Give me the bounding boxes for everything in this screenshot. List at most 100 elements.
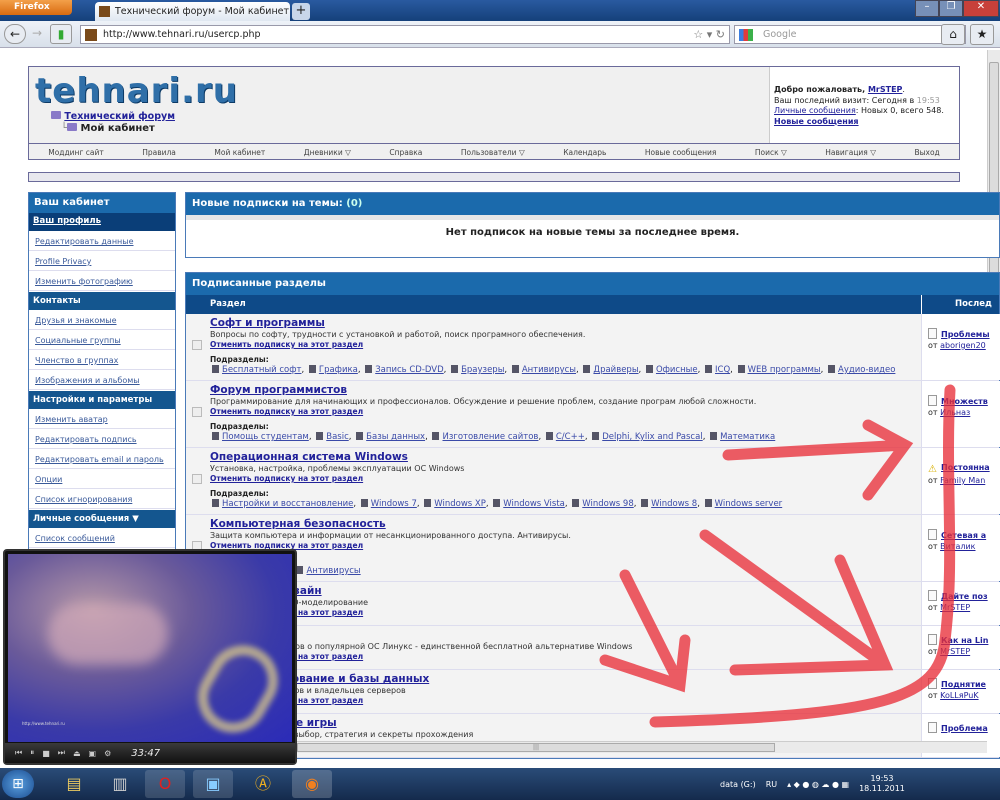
- sidebar-link[interactable]: Редактировать подпись: [35, 435, 137, 444]
- language-indicator[interactable]: RU: [766, 780, 777, 789]
- forum-title-link[interactable]: Операционная система Windows: [210, 451, 408, 463]
- subforum-link[interactable]: Windows Vista: [503, 499, 565, 509]
- subforum-link[interactable]: Бесплатный софт: [222, 365, 301, 375]
- sidebar-item[interactable]: Социальные группы: [29, 330, 175, 350]
- new-tab-button[interactable]: +: [292, 3, 310, 20]
- sidebar-item[interactable]: Редактировать подпись: [29, 429, 175, 449]
- search-box[interactable]: Google⚲: [734, 25, 966, 44]
- subforum-link[interactable]: C/C++: [556, 432, 585, 442]
- new-posts-link[interactable]: Новые сообщения: [774, 117, 859, 126]
- forward-button[interactable]: →: [26, 24, 48, 44]
- last-post-link[interactable]: Постоянна: [941, 463, 990, 472]
- topnav-item[interactable]: Выход: [914, 148, 939, 157]
- subforum-link[interactable]: ICQ: [715, 365, 730, 375]
- sidebar-link[interactable]: Profile Privacy: [35, 257, 91, 266]
- sidebar-item[interactable]: Изменить фотографию: [29, 271, 175, 291]
- topnav-item[interactable]: Поиск ▽: [755, 148, 787, 157]
- subforum-link[interactable]: Windows 98: [582, 499, 633, 509]
- sidebar-item[interactable]: Опции: [29, 469, 175, 489]
- back-button[interactable]: ←: [4, 24, 26, 44]
- sidebar-link[interactable]: Редактировать email и пароль: [35, 455, 164, 464]
- subforum-link[interactable]: Windows XP: [434, 499, 486, 509]
- drive-label[interactable]: data (G:): [720, 780, 756, 789]
- unsubscribe-link[interactable]: Отменить подписку на этот раздел: [210, 340, 363, 349]
- breadcrumb-root-link[interactable]: Технический форум: [64, 111, 175, 122]
- video-frame[interactable]: http://www.tehnari.ru: [8, 554, 292, 742]
- stop-icon[interactable]: ■: [42, 749, 50, 758]
- forum-title-link[interactable]: Софт и программы: [210, 317, 325, 329]
- video-player-window[interactable]: http://www.tehnari.ru ⏮ ⏸ ■ ⏭ ⏏ ▣ ⚙ 33:47: [3, 549, 297, 765]
- start-button[interactable]: ⊞: [2, 770, 34, 798]
- subforum-link[interactable]: Windows 7: [371, 499, 417, 509]
- sidebar-item[interactable]: Друзья и знакомые: [29, 310, 175, 330]
- sidebar-item[interactable]: Членство в группах: [29, 350, 175, 370]
- last-post-user-link[interactable]: Виталик: [940, 542, 975, 551]
- forum-title-link[interactable]: Компьютерная безопасность: [210, 518, 386, 530]
- subforum-link[interactable]: Помощь студентам: [222, 432, 309, 442]
- sidebar-link[interactable]: Изображения и альбомы: [35, 376, 140, 385]
- sidebar-link[interactable]: Членство в группах: [35, 356, 118, 365]
- select-checkbox[interactable]: [192, 340, 202, 350]
- column-last-post[interactable]: Послед: [921, 295, 1000, 314]
- subforum-link[interactable]: Графика: [319, 365, 358, 375]
- last-post-link[interactable]: Как на Lin: [941, 636, 988, 645]
- sidebar-link[interactable]: Социальные группы: [35, 336, 121, 345]
- sidebar-item[interactable]: Ваш профиль: [29, 213, 175, 231]
- unsubscribe-link[interactable]: Отменить подписку на этот раздел: [210, 474, 363, 483]
- home-button[interactable]: ⌂: [941, 24, 965, 45]
- topnav-item[interactable]: Моддинг сайт: [48, 148, 104, 157]
- monitor-icon[interactable]: ▣: [193, 770, 233, 798]
- minimize-button[interactable]: –: [915, 0, 939, 17]
- tray-icons[interactable]: ▴ ◆ ● ◍ ☁ ● ▦: [787, 780, 849, 789]
- sidebar-link[interactable]: Ваш профиль: [33, 216, 101, 226]
- subforum-link[interactable]: Антивирусы: [522, 365, 576, 375]
- sidebar-item[interactable]: Изображения и альбомы: [29, 370, 175, 390]
- subforum-link[interactable]: Драйверы: [593, 365, 638, 375]
- last-post-user-link[interactable]: Ильназ: [940, 408, 970, 417]
- site-logo[interactable]: tehnari.ru: [35, 71, 238, 111]
- subforum-link[interactable]: Delphi, Kylix and Pascal: [602, 432, 702, 442]
- sidebar-link[interactable]: Опции: [35, 475, 62, 484]
- horizontal-scrollbar[interactable]: |||: [297, 741, 987, 753]
- last-post-user-link[interactable]: MrSTEP: [940, 647, 970, 656]
- last-post-link[interactable]: Дайте поз: [941, 592, 988, 601]
- sidebar-item[interactable]: Редактировать данные: [29, 231, 175, 251]
- clock[interactable]: 19:53 18.11.2011: [859, 774, 905, 794]
- address-bar[interactable]: http://www.tehnari.ru/usercp.php ☆ ▾ ↻: [80, 25, 730, 44]
- close-window-button[interactable]: ✕: [963, 0, 999, 17]
- last-post-user-link[interactable]: aborigen20: [940, 341, 986, 350]
- subforum-link[interactable]: Антивирусы: [306, 566, 360, 576]
- private-messages-link[interactable]: Личные сообщения: [774, 106, 856, 115]
- last-post-user-link[interactable]: MrSTEP: [940, 603, 970, 612]
- topnav-item[interactable]: Дневники ▽: [304, 148, 351, 157]
- sidebar-link[interactable]: Редактировать данные: [35, 237, 134, 246]
- sidebar-link[interactable]: Друзья и знакомые: [35, 316, 117, 325]
- subforum-link[interactable]: Basic: [326, 432, 349, 442]
- topnav-item[interactable]: Мой кабинет: [214, 148, 265, 157]
- eject-icon[interactable]: ⏏: [73, 749, 81, 758]
- subforum-link[interactable]: Запись CD-DVD: [375, 365, 443, 375]
- select-checkbox[interactable]: [192, 474, 202, 484]
- sidebar-link[interactable]: Изменить аватар: [35, 415, 108, 424]
- pause-icon[interactable]: ⏸: [30, 748, 34, 758]
- aimp-icon[interactable]: Ⓐ: [243, 770, 283, 798]
- topnav-item[interactable]: Справка: [389, 148, 422, 157]
- star-reload-icon[interactable]: ☆ ▾ ↻: [693, 28, 725, 41]
- forum-title-link[interactable]: Форум программистов: [210, 384, 347, 396]
- subforum-link[interactable]: Настройки и восстановление: [222, 499, 353, 509]
- sidebar-item[interactable]: Profile Privacy: [29, 251, 175, 271]
- browser-tab[interactable]: Технический форум - Мой кабинет: [95, 2, 290, 21]
- subforum-link[interactable]: Базы данных: [366, 432, 425, 442]
- sidebar-item[interactable]: Список сообщений: [29, 528, 175, 548]
- sidebar-link[interactable]: Изменить фотографию: [35, 277, 133, 286]
- subforum-link[interactable]: Офисные: [656, 365, 698, 375]
- unsubscribe-link[interactable]: Отменить подписку на этот раздел: [210, 407, 363, 416]
- device-icon[interactable]: ▥: [100, 770, 140, 798]
- sidebar-item[interactable]: Список игнорирования: [29, 489, 175, 509]
- scrollbar-thumb[interactable]: |||: [297, 743, 775, 752]
- subforum-link[interactable]: Windows server: [715, 499, 783, 509]
- subforum-link[interactable]: Windows 8: [651, 499, 697, 509]
- firefox-menu-button[interactable]: Firefox: [0, 0, 72, 15]
- playlist-icon[interactable]: ▣: [89, 749, 97, 758]
- column-section[interactable]: Раздел: [210, 299, 246, 309]
